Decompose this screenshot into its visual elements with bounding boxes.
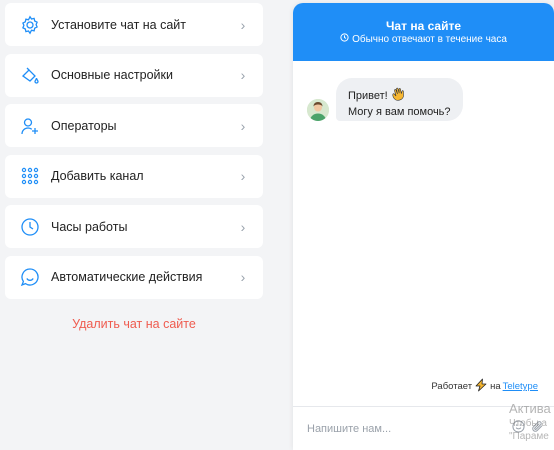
add-user-icon	[19, 115, 41, 137]
greeting-message: Привет! Могу я вам помочь?	[336, 78, 463, 121]
menu-item-add-channel[interactable]: Добавить канал ›	[5, 154, 263, 198]
teletype-link[interactable]: Teletype	[503, 381, 538, 392]
chevron-right-icon: ›	[240, 218, 246, 235]
paint-bucket-icon	[19, 64, 41, 86]
menu-item-label: Основные настройки	[51, 68, 173, 83]
gear-icon	[19, 14, 41, 36]
chevron-right-icon: ›	[240, 16, 246, 33]
chevron-right-icon: ›	[240, 269, 246, 286]
menu-item-install-chat[interactable]: Установите чат на сайт ›	[5, 3, 263, 46]
message-line-1: Привет!	[348, 90, 388, 102]
chevron-right-icon: ›	[240, 67, 246, 84]
widget-title: Чат на сайте	[386, 19, 461, 33]
menu-item-label: Операторы	[51, 118, 117, 133]
chat-smile-icon	[19, 266, 41, 288]
lightning-icon	[474, 378, 488, 395]
waving-hand-icon	[391, 86, 407, 106]
emoji-icon[interactable]	[512, 419, 525, 438]
message-input[interactable]	[307, 422, 512, 435]
message-line-2: Могу я вам помочь?	[348, 106, 451, 118]
message-input-bar	[293, 406, 554, 450]
menu-item-auto-actions[interactable]: Автоматические действия ›	[5, 255, 263, 299]
widget-body: Привет! Могу я вам помочь? Работает на T…	[293, 61, 554, 406]
widget-header: Чат на сайте Обычно отвечают в течение ч…	[293, 3, 554, 61]
grid-dots-icon	[19, 165, 41, 187]
chat-widget-preview: Чат на сайте Обычно отвечают в течение ч…	[293, 3, 554, 450]
menu-item-working-hours[interactable]: Часы работы ›	[5, 205, 263, 249]
settings-menu: Установите чат на сайт › Основные настро…	[5, 3, 263, 307]
menu-item-basic-settings[interactable]: Основные настройки ›	[5, 53, 263, 97]
powered-on: на	[490, 381, 501, 392]
widget-subtitle: Обычно отвечают в течение часа	[293, 33, 554, 46]
clock-icon	[19, 216, 41, 238]
operator-avatar	[307, 99, 329, 121]
chevron-right-icon: ›	[240, 117, 246, 134]
delete-chat-link[interactable]: Удалить чат на сайте	[5, 317, 263, 331]
widget-subtitle-text: Обычно отвечают в течение часа	[352, 34, 507, 45]
chevron-right-icon: ›	[240, 168, 246, 185]
powered-by: Работает на Teletype	[431, 378, 538, 395]
menu-item-label: Установите чат на сайт	[51, 17, 187, 32]
menu-item-label: Часы работы	[51, 219, 128, 234]
powered-prefix: Работает	[431, 381, 473, 392]
clock-icon	[340, 33, 349, 46]
menu-item-operators[interactable]: Операторы ›	[5, 104, 263, 148]
menu-item-label: Добавить канал	[51, 169, 144, 184]
attachment-icon[interactable]	[531, 420, 544, 438]
menu-item-label: Автоматические действия	[51, 270, 203, 285]
